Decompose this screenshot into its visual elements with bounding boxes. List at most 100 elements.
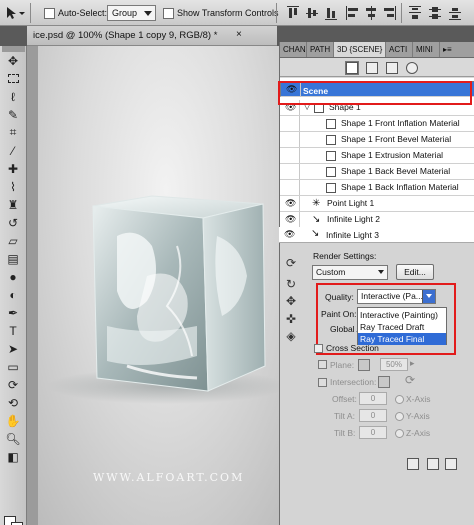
healing-brush-icon[interactable]: ✚ xyxy=(4,160,22,177)
plane-opacity-field[interactable]: 50% xyxy=(380,358,408,371)
brush-tool-icon[interactable]: ⌇ xyxy=(4,178,22,195)
quick-selection-icon[interactable]: ✎ xyxy=(4,106,22,123)
cross-section-checkbox[interactable] xyxy=(314,344,323,353)
list-item-label: Shape 1 Back Inflation Material xyxy=(341,182,459,192)
plane-checkbox[interactable] xyxy=(318,360,327,369)
y-axis-radio[interactable] xyxy=(395,412,404,421)
edit-render-settings-button[interactable]: Edit... xyxy=(396,264,434,280)
show-transform-checkbox[interactable]: Show Transform Controls xyxy=(163,4,279,22)
crop-tool-icon[interactable]: ⌗ xyxy=(4,124,22,141)
filter-meshes-icon[interactable] xyxy=(366,62,378,74)
chevron-down-icon[interactable]: ▸ xyxy=(410,358,415,369)
list-item-material[interactable]: Shape 1 Front Bevel Material xyxy=(280,132,474,148)
list-item-material[interactable]: Shape 1 Extrusion Material xyxy=(280,148,474,164)
type-tool-icon[interactable]: T xyxy=(4,322,22,339)
tab-paths[interactable]: PATH xyxy=(307,42,334,57)
3d-zoom-camera-icon[interactable]: ◈ xyxy=(283,328,299,344)
document-canvas[interactable] xyxy=(27,46,279,525)
dodge-tool-icon[interactable]: ◐ xyxy=(4,286,22,303)
scene-filter-bar xyxy=(280,59,474,77)
flip-cross-section-icon[interactable]: ⟳ xyxy=(405,373,415,387)
align-center-icon[interactable] xyxy=(365,6,377,20)
clone-stamp-icon[interactable]: ♜ xyxy=(4,196,22,213)
marquee-tool-icon[interactable] xyxy=(4,70,22,87)
list-item-material[interactable]: Shape 1 Back Inflation Material xyxy=(280,180,474,196)
tab-3d-scene[interactable]: 3D {SCENE} xyxy=(334,42,386,57)
list-item-light[interactable]: 👁︎ ↘ Infinite Light 3 xyxy=(279,227,474,243)
show-transform-check[interactable] xyxy=(163,7,174,19)
material-icon xyxy=(326,119,336,129)
auto-select-check[interactable] xyxy=(44,7,55,19)
plane-color-swatch[interactable] xyxy=(358,359,370,371)
tilt-a-label: Tilt A: xyxy=(334,411,355,421)
align-bottom-icon[interactable] xyxy=(325,6,337,20)
eye-icon[interactable]: 👁︎ xyxy=(284,229,295,240)
trash-icon[interactable] xyxy=(445,458,457,470)
list-item-light[interactable]: 👁︎ ↘ Infinite Light 2 xyxy=(280,212,474,228)
3d-roll-camera-icon[interactable]: ↻ xyxy=(283,276,299,292)
filter-lights-icon[interactable] xyxy=(406,62,418,74)
distribute-bottom-icon[interactable] xyxy=(449,6,461,20)
document-title: ice.psd @ 100% (Shape 1 copy 9, RGB/8) * xyxy=(33,30,218,41)
material-icon xyxy=(326,183,336,193)
new-light-icon[interactable] xyxy=(427,458,439,470)
tab-actions[interactable]: ACTI xyxy=(386,42,413,57)
pen-tool-icon[interactable]: ✒ xyxy=(4,304,22,321)
3d-orbit-icon[interactable]: ⟲ xyxy=(4,394,22,411)
render-preset-value: Custom xyxy=(316,267,346,277)
intersection-color-swatch[interactable] xyxy=(378,376,390,388)
blur-tool-icon[interactable]: ● xyxy=(4,268,22,285)
tab-mini-bridge[interactable]: MINI xyxy=(413,42,440,57)
cross-section-label: Cross Section xyxy=(326,343,379,353)
hand-tool-icon[interactable]: ✋ xyxy=(4,412,22,429)
path-selection-icon[interactable]: ➤ xyxy=(4,340,22,357)
list-item-light[interactable]: 👁︎ ✳ Point Light 1 xyxy=(280,196,474,212)
lasso-tool-icon[interactable]: ℓ xyxy=(4,88,22,105)
auto-select-checkbox[interactable]: Auto-Select: xyxy=(44,4,107,22)
list-item-material[interactable]: Shape 1 Front Inflation Material xyxy=(280,116,474,132)
move-tool-icon[interactable]: ✥ xyxy=(4,52,22,69)
zoom-tool-icon[interactable]: 🔍︎ xyxy=(4,430,22,447)
tab-channels[interactable]: CHAN xyxy=(280,42,307,57)
render-preset-select[interactable]: Custom xyxy=(312,265,388,280)
default-colors-icon[interactable]: ◧ xyxy=(4,448,22,465)
align-right-icon[interactable] xyxy=(384,6,396,20)
distribute-middle-icon[interactable] xyxy=(429,6,441,20)
3d-walk-camera-icon[interactable]: ✜ xyxy=(283,311,299,327)
3d-pan-camera-icon[interactable]: ✥ xyxy=(283,293,299,309)
eyedropper-icon[interactable]: ⁄ xyxy=(4,142,22,159)
filter-materials-icon[interactable] xyxy=(386,62,398,74)
eye-icon[interactable]: 👁︎ xyxy=(285,199,296,208)
shape-tool-icon[interactable]: ▭ xyxy=(4,358,22,375)
z-axis-radio[interactable] xyxy=(395,429,404,438)
intersection-checkbox[interactable] xyxy=(318,378,327,387)
3d-rotate-camera-icon[interactable]: ⟳ xyxy=(283,255,299,271)
align-left-icon[interactable] xyxy=(346,6,358,20)
close-icon[interactable]: × xyxy=(236,29,242,40)
align-middle-icon[interactable] xyxy=(306,6,318,20)
tilt-b-field[interactable]: 0 xyxy=(359,426,387,439)
3d-rotate-icon[interactable]: ⟳ xyxy=(4,376,22,393)
distribute-top-icon[interactable] xyxy=(409,6,421,20)
auto-select-value: Group xyxy=(112,8,138,18)
gradient-tool-icon[interactable]: ▤ xyxy=(4,250,22,267)
list-item-label: Shape 1 Back Bevel Material xyxy=(341,166,451,176)
x-axis-radio[interactable] xyxy=(395,395,404,404)
panel-menu-icon[interactable]: ▸≡ xyxy=(440,42,474,57)
history-brush-icon[interactable]: ↺ xyxy=(4,214,22,231)
list-item-material[interactable]: Shape 1 Back Bevel Material xyxy=(280,164,474,180)
auto-select-dropdown[interactable]: Group xyxy=(107,4,157,22)
eraser-tool-icon[interactable]: ▱ xyxy=(4,232,22,249)
ice-cube-image xyxy=(47,195,279,404)
point-light-icon: ✳ xyxy=(312,198,321,209)
document-tab[interactable]: ice.psd @ 100% (Shape 1 copy 9, RGB/8) *… xyxy=(27,26,277,46)
tilt-a-field[interactable]: 0 xyxy=(359,409,387,422)
align-top-icon[interactable] xyxy=(287,6,299,20)
eye-icon[interactable]: 👁︎ xyxy=(285,215,296,224)
list-item-label: Point Light 1 xyxy=(327,198,375,208)
offset-field[interactable]: 0 xyxy=(359,392,387,405)
move-tool-icon[interactable] xyxy=(4,4,26,22)
toggle-3d-extras-icon[interactable] xyxy=(407,458,419,470)
intersection-label: Intersection: xyxy=(330,377,377,387)
filter-whole-scene-icon[interactable] xyxy=(345,61,359,75)
